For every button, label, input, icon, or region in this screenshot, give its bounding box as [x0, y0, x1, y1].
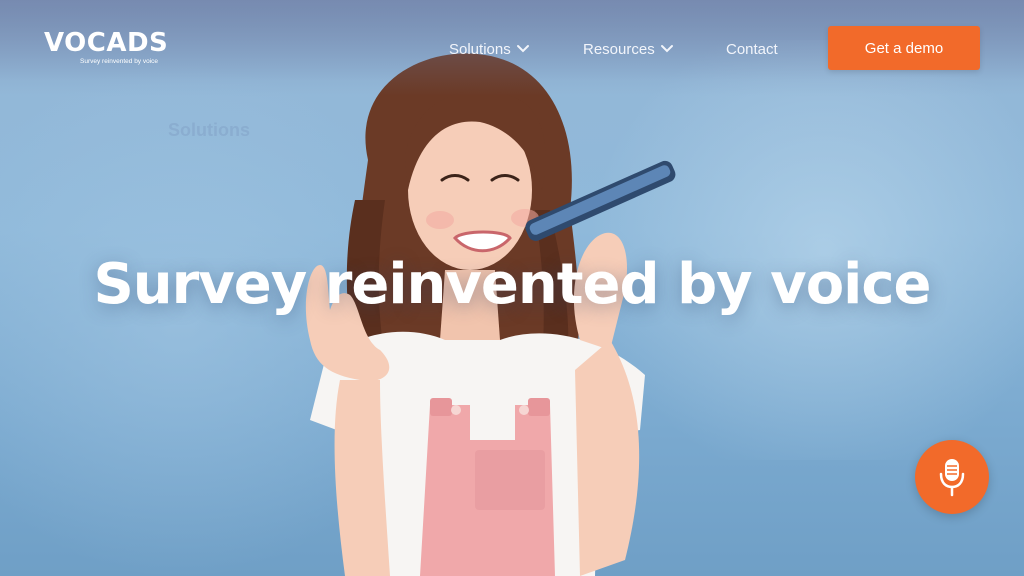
hero-title: Survey reinvented by voice [93, 252, 931, 317]
nav-item-label: Resources [583, 40, 655, 58]
ghost-solutions-label: Solutions [168, 120, 250, 140]
chevron-down-icon [516, 45, 529, 53]
nav-item-contact[interactable]: Contact [726, 38, 778, 60]
site-header: VOCADS Survey reinvented by voice Soluti… [0, 0, 1024, 96]
vocads-logo[interactable]: VOCADS Survey reinvented by voice [44, 28, 174, 70]
page: Solutions VOCADS Survey reinvented by vo… [0, 0, 1024, 576]
nav-item-resources[interactable]: Resources [583, 38, 674, 60]
get-demo-button[interactable]: Get a demo [828, 26, 980, 70]
nav-item-label: Contact [726, 40, 778, 58]
chevron-down-icon [660, 45, 673, 53]
microphone-icon [939, 459, 965, 497]
nav-item-label: Solutions [449, 40, 511, 58]
nav-item-solutions[interactable]: Solutions [449, 38, 530, 60]
voice-button[interactable] [915, 440, 989, 514]
logo-wordmark: VOCADS [44, 28, 169, 58]
logo-tagline: Survey reinvented by voice [80, 58, 159, 65]
